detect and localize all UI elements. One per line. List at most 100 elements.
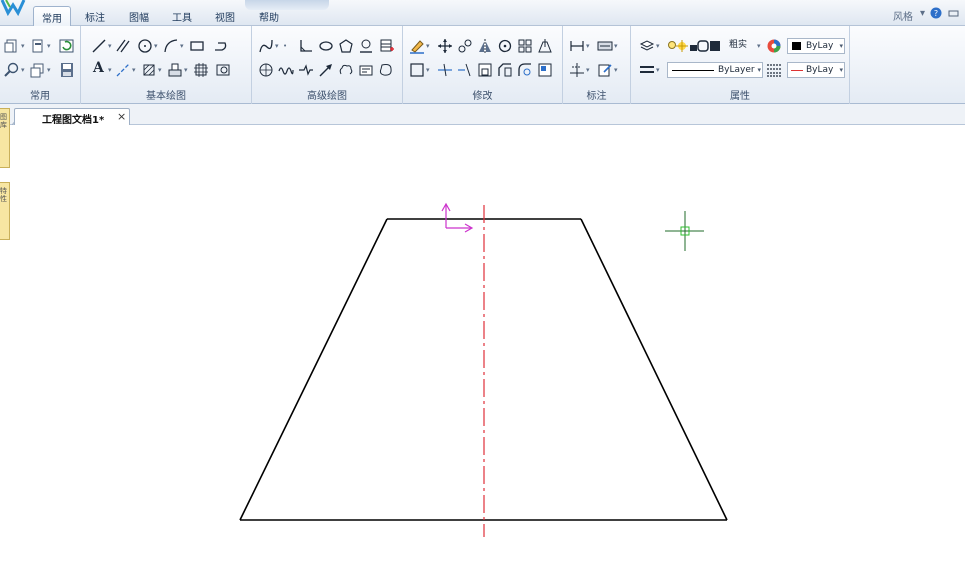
move-icon[interactable] xyxy=(437,38,453,54)
linestyle-grid-icon[interactable] xyxy=(766,62,782,78)
image-insert-icon[interactable] xyxy=(215,62,231,78)
arrow-tool-icon[interactable] xyxy=(318,62,334,78)
layer-state-icons[interactable] xyxy=(667,38,727,54)
centerline-dropdown-icon[interactable]: ▾ xyxy=(132,62,137,78)
hatch-dropdown-icon[interactable]: ▾ xyxy=(158,62,163,78)
explode-icon[interactable] xyxy=(537,62,553,78)
stretch-icon[interactable] xyxy=(537,38,553,54)
block-dropdown-icon[interactable]: ▾ xyxy=(184,62,189,78)
trapezoid-left-edge[interactable] xyxy=(239,218,388,521)
arc-tool-icon[interactable] xyxy=(163,38,179,54)
coordinate-dimension-icon[interactable] xyxy=(569,62,585,78)
spline-tool-icon[interactable] xyxy=(258,38,274,54)
document-tab[interactable]: 工程图文档1* × xyxy=(14,108,130,126)
tab-help[interactable]: 帮助 xyxy=(252,6,286,26)
cloud-line-icon[interactable] xyxy=(338,62,354,78)
layer-dropdown-icon[interactable]: ▾ xyxy=(47,62,52,78)
style-menu[interactable]: 风格 xyxy=(893,8,913,23)
arc-dropdown-icon[interactable]: ▾ xyxy=(180,38,185,54)
circle-tool-icon[interactable] xyxy=(137,38,153,54)
new-document-icon[interactable] xyxy=(4,38,20,54)
break-line-icon[interactable] xyxy=(298,62,314,78)
text-style-icon[interactable] xyxy=(597,38,613,54)
line-dropdown-icon[interactable]: ▾ xyxy=(108,38,113,54)
lineweight-icon[interactable] xyxy=(639,62,655,78)
centerline-tool-icon[interactable] xyxy=(115,62,131,78)
ellipse-tool-icon[interactable] xyxy=(318,38,334,54)
wave-line-icon[interactable] xyxy=(278,62,294,78)
linetype-combo[interactable]: ByLayer ▾ xyxy=(667,62,763,78)
color-combo[interactable]: ByLay ▾ xyxy=(787,38,845,54)
erase-icon[interactable] xyxy=(409,38,425,54)
layer-manager-icon[interactable] xyxy=(30,62,46,78)
library-side-panel[interactable]: 图库 xyxy=(0,108,10,168)
text-style-dropdown-icon[interactable]: ▾ xyxy=(614,38,619,54)
trapezoid-right-edge[interactable] xyxy=(580,218,728,521)
tab-tools[interactable]: 工具 xyxy=(165,6,199,26)
open-dropdown-icon[interactable]: ▾ xyxy=(47,38,52,54)
document-tab-close-icon[interactable]: × xyxy=(117,110,126,123)
copy-icon[interactable] xyxy=(457,38,473,54)
mirror-icon[interactable] xyxy=(477,38,493,54)
region-icon[interactable] xyxy=(378,62,394,78)
tab-view[interactable]: 视图 xyxy=(208,6,242,26)
linetype-combo-arrow-icon: ▾ xyxy=(757,66,761,74)
help-icon[interactable]: ? xyxy=(930,7,942,19)
block-tool-icon[interactable] xyxy=(167,62,183,78)
properties-side-panel-label: 特性 xyxy=(0,187,7,203)
grid-frame-icon[interactable] xyxy=(193,62,209,78)
app-logo-icon[interactable] xyxy=(0,0,26,18)
layer-dropdown-arrow-icon[interactable]: ▾ xyxy=(757,38,762,54)
parallel-line-icon[interactable] xyxy=(115,38,131,54)
polygon-tool-icon[interactable] xyxy=(338,38,354,54)
tab-sheet[interactable]: 图幅 xyxy=(122,6,156,26)
polyline-tool-icon[interactable] xyxy=(213,38,229,54)
coordinate-dropdown-icon[interactable]: ▾ xyxy=(586,62,591,78)
revolve-icon[interactable] xyxy=(258,62,274,78)
array-icon[interactable] xyxy=(517,38,533,54)
text-tool-icon[interactable]: A xyxy=(93,60,109,76)
angle-line-icon[interactable] xyxy=(298,38,314,54)
annotation-edit-dropdown-icon[interactable]: ▾ xyxy=(614,62,619,78)
erase-dropdown-icon[interactable]: ▾ xyxy=(426,38,431,54)
symbol-library-icon[interactable] xyxy=(358,38,374,54)
properties-side-panel[interactable]: 特性 xyxy=(0,182,10,240)
save-icon[interactable] xyxy=(59,62,75,78)
color-wheel-icon[interactable] xyxy=(766,38,782,54)
dimension-dropdown-icon[interactable]: ▾ xyxy=(586,38,591,54)
style-dropdown-arrow-icon[interactable]: ▾ xyxy=(920,8,925,19)
scale-icon[interactable] xyxy=(477,62,493,78)
text-dropdown-icon[interactable]: ▾ xyxy=(108,62,113,78)
zoom-dropdown-icon[interactable]: ▾ xyxy=(21,62,26,78)
extend-icon[interactable] xyxy=(457,62,473,78)
drawing-canvas[interactable] xyxy=(10,125,965,575)
rectangle-tool-icon[interactable] xyxy=(189,38,205,54)
spline-dropdown-icon[interactable]: ▾ xyxy=(275,38,280,54)
open-document-icon[interactable] xyxy=(30,38,46,54)
tab-common[interactable]: 常用 xyxy=(33,6,71,26)
tab-annotation[interactable]: 标注 xyxy=(78,6,112,26)
zoom-icon[interactable] xyxy=(4,62,20,78)
rotate-icon[interactable] xyxy=(497,38,513,54)
sheet-icon[interactable] xyxy=(358,62,374,78)
point-tool-icon[interactable]: • xyxy=(283,38,288,54)
trim-icon[interactable] xyxy=(437,62,453,78)
lineweight-dropdown-icon[interactable]: ▾ xyxy=(656,62,661,78)
layer-properties-dropdown-icon[interactable]: ▾ xyxy=(656,38,661,54)
linear-dimension-icon[interactable] xyxy=(569,38,585,54)
select-dropdown-icon[interactable]: ▾ xyxy=(426,62,431,78)
new-dropdown-icon[interactable]: ▾ xyxy=(21,38,26,54)
layer-properties-icon[interactable] xyxy=(639,38,655,54)
circle-dropdown-icon[interactable]: ▾ xyxy=(154,38,159,54)
line-tool-icon[interactable] xyxy=(91,38,107,54)
annotation-edit-icon[interactable] xyxy=(597,62,613,78)
select-box-icon[interactable] xyxy=(409,62,425,78)
hatch-tool-icon[interactable] xyxy=(141,62,157,78)
fillet-icon[interactable] xyxy=(517,62,533,78)
minimize-ribbon-icon[interactable] xyxy=(948,8,959,18)
group-label-common: 常用 xyxy=(30,91,50,102)
chamfer-icon[interactable] xyxy=(497,62,513,78)
table-insert-icon[interactable] xyxy=(379,38,395,54)
refresh-icon[interactable] xyxy=(59,38,75,54)
lineweight-combo[interactable]: ByLay ▾ xyxy=(787,62,845,78)
